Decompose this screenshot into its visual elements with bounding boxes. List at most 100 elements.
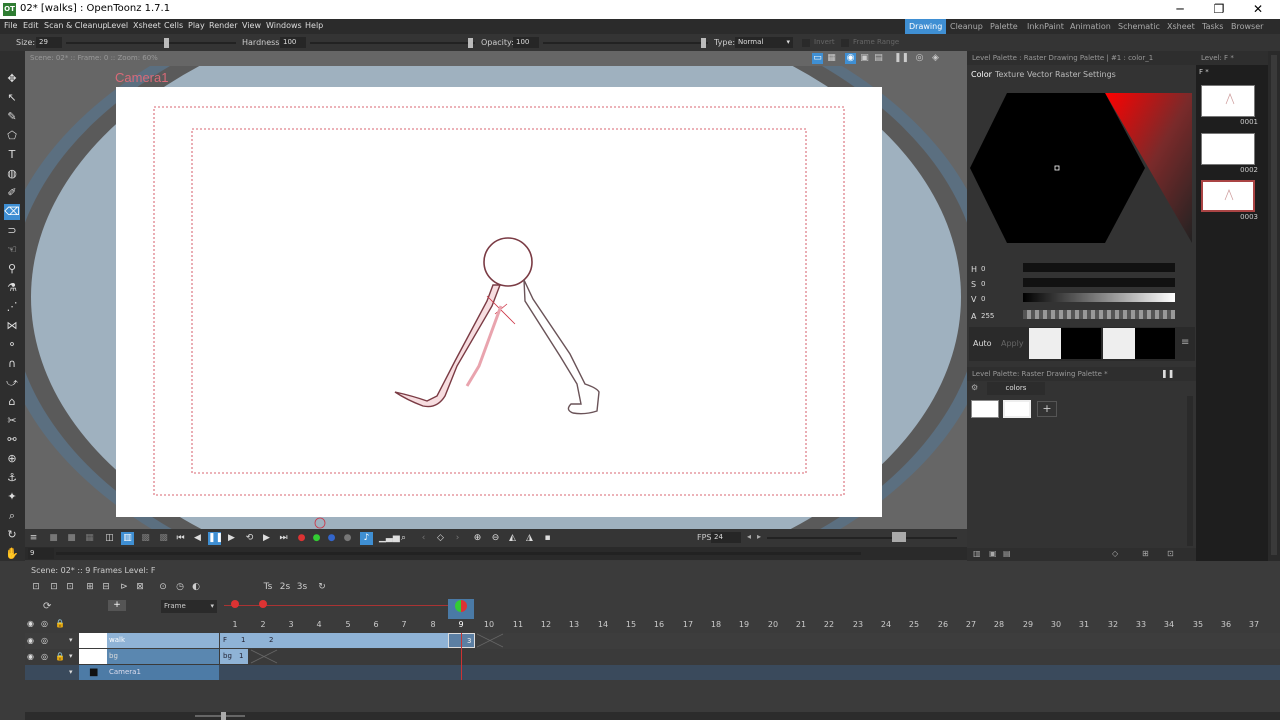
onion-dot[interactable]	[231, 600, 239, 608]
plastic-tool-icon[interactable]: ✦	[4, 489, 20, 505]
safe-area-icon[interactable]: ◈	[930, 53, 941, 64]
zoom-slider[interactable]	[195, 715, 245, 717]
export-icon[interactable]: ⊳	[118, 581, 130, 593]
reset-view-icon[interactable]: ▪	[541, 532, 554, 545]
3d-view-icon[interactable]: ▦	[826, 53, 837, 64]
zoom-slider-handle[interactable]	[221, 712, 226, 720]
reframe-icon[interactable]: ⊞	[84, 581, 96, 593]
play-icon[interactable]: ▶	[225, 532, 238, 545]
current-frame-onion-icon[interactable]	[455, 600, 467, 612]
minimize-button[interactable]: ─	[1160, 1, 1200, 18]
eye-icon[interactable]: ◉	[27, 636, 34, 645]
brush-tool-icon[interactable]: ✎	[4, 109, 20, 125]
add-layer-button[interactable]: +	[108, 600, 126, 611]
pinch-tool-icon[interactable]: ⋈	[4, 318, 20, 334]
menu-icon[interactable]: ≡	[1181, 337, 1189, 348]
size-slider-handle[interactable]	[164, 38, 169, 48]
sound-icon[interactable]: ♪	[360, 532, 373, 545]
tab-texture[interactable]: Texture	[995, 70, 1024, 79]
hardness-slider[interactable]	[310, 42, 475, 44]
preview-icon[interactable]: ▣	[859, 53, 870, 64]
opacity-slider-handle[interactable]	[701, 38, 706, 48]
three-s-icon[interactable]: 3s	[296, 581, 308, 593]
opacity-slider[interactable]	[543, 42, 708, 44]
timer-icon[interactable]: ⊙	[157, 581, 169, 593]
type-tool-icon[interactable]: T	[4, 147, 20, 163]
bg-white-icon[interactable]: ■	[47, 532, 60, 545]
room-schematic[interactable]: Schematic	[1114, 19, 1164, 34]
visibility-icon[interactable]: ◎	[914, 53, 925, 64]
h-slider[interactable]	[1023, 263, 1175, 272]
zoom-tool-icon[interactable]: ⌕	[4, 508, 20, 524]
tape-tool-icon[interactable]: ⊃	[4, 223, 20, 239]
menu-view[interactable]: View	[242, 21, 261, 30]
bg-checker-icon[interactable]: ▦	[83, 532, 96, 545]
alpha-slider[interactable]	[1023, 310, 1175, 319]
menu-play[interactable]: Play	[188, 21, 205, 30]
pause-icon[interactable]: ❚❚	[208, 532, 223, 545]
magnet-tool-icon[interactable]: ∩	[4, 356, 20, 372]
palette-scrollbar[interactable]	[1187, 396, 1193, 546]
add-style-button[interactable]: +	[1037, 401, 1057, 417]
fps-slider[interactable]	[767, 537, 957, 539]
green-channel-icon[interactable]: ●	[310, 532, 323, 545]
locator-icon[interactable]: ⌕	[397, 532, 410, 545]
iron-tool-icon[interactable]: ⌂	[4, 394, 20, 410]
apply-button[interactable]: Apply	[1001, 339, 1024, 348]
paint-brush-tool-icon[interactable]: ✐	[4, 185, 20, 201]
compare-icon[interactable]: ▥	[121, 532, 134, 545]
save-as-icon[interactable]: ▤	[1003, 549, 1011, 558]
layer-bg[interactable]: bg	[79, 649, 219, 664]
view-icon[interactable]: ◫	[103, 532, 116, 545]
invert-checkbox[interactable]	[802, 39, 810, 47]
restore-button[interactable]: ❐	[1199, 1, 1239, 18]
chevron-down-icon[interactable]: ▾	[69, 636, 73, 644]
style-swatch-0[interactable]	[971, 400, 999, 418]
menu-cells[interactable]: Cells	[164, 21, 183, 30]
frame-range-checkbox[interactable]	[841, 39, 849, 47]
fps-slider-handle[interactable]	[892, 532, 906, 542]
toggle-orientation-icon[interactable]: ⟳	[43, 601, 51, 612]
cutter-tool-icon[interactable]: ✂	[4, 413, 20, 429]
fps-increase-icon[interactable]: ▸	[757, 532, 761, 541]
zoom-in-icon[interactable]: ⊕	[471, 532, 484, 545]
room-inknpaint[interactable]: InknPaint	[1023, 19, 1068, 34]
room-cleanup[interactable]: Cleanup	[946, 19, 987, 34]
view-mode-icon[interactable]: ▥	[973, 549, 981, 558]
prev-key-icon[interactable]: ‹	[417, 532, 430, 545]
style-picker-tool-icon[interactable]: ⚲	[4, 261, 20, 277]
tab-settings[interactable]: Settings	[1083, 70, 1116, 79]
lock-all-icon[interactable]: 🔒	[55, 619, 65, 628]
key-icon[interactable]: ◇	[1112, 549, 1118, 558]
rotate-tool-icon[interactable]: ↻	[4, 527, 20, 543]
zoom-out-icon[interactable]: ⊖	[489, 532, 502, 545]
freeze-icon[interactable]: ❚❚	[894, 53, 909, 64]
frame-zoom-dropdown[interactable]: Frame ▾	[161, 600, 217, 613]
new-toonz-raster-icon[interactable]: ⊡	[48, 581, 60, 593]
next-frame-icon[interactable]: ▶	[260, 532, 273, 545]
auto-button[interactable]: Auto	[973, 339, 992, 348]
camstand-icon[interactable]: ◎	[41, 652, 48, 661]
room-xsheet[interactable]: Xsheet	[1163, 19, 1199, 34]
skeleton-tool-icon[interactable]: ⚯	[4, 432, 20, 448]
red-channel-icon[interactable]: ●	[295, 532, 308, 545]
level-frame-thumb[interactable]	[1201, 133, 1255, 165]
channel-h-value[interactable]: 0	[981, 265, 985, 273]
onion-dot[interactable]	[259, 600, 267, 608]
menu-windows[interactable]: Windows	[266, 21, 302, 30]
camera-stand-view-icon[interactable]: ▭	[812, 53, 823, 64]
refresh-icon[interactable]: ↻	[316, 581, 328, 593]
eye-icon[interactable]: ◉	[27, 652, 34, 661]
room-animation[interactable]: Animation	[1066, 19, 1115, 34]
eraser-tool-icon[interactable]: ⌫	[4, 204, 20, 220]
tab-raster[interactable]: Raster	[1055, 70, 1081, 79]
bg-cells[interactable]: bg 1	[220, 649, 248, 664]
new-page-icon[interactable]: ⊞	[1142, 549, 1149, 558]
chevron-down-icon[interactable]: ▾	[69, 652, 73, 660]
level-frame-thumb[interactable]	[1201, 180, 1255, 212]
walk-cells[interactable]: F 1 2	[220, 633, 448, 648]
histogram-icon[interactable]: ▁▃▅	[379, 532, 400, 545]
frame-slider[interactable]	[56, 552, 861, 555]
fps-decrease-icon[interactable]: ◂	[747, 532, 751, 541]
camstand-all-icon[interactable]: ◎	[41, 619, 48, 628]
